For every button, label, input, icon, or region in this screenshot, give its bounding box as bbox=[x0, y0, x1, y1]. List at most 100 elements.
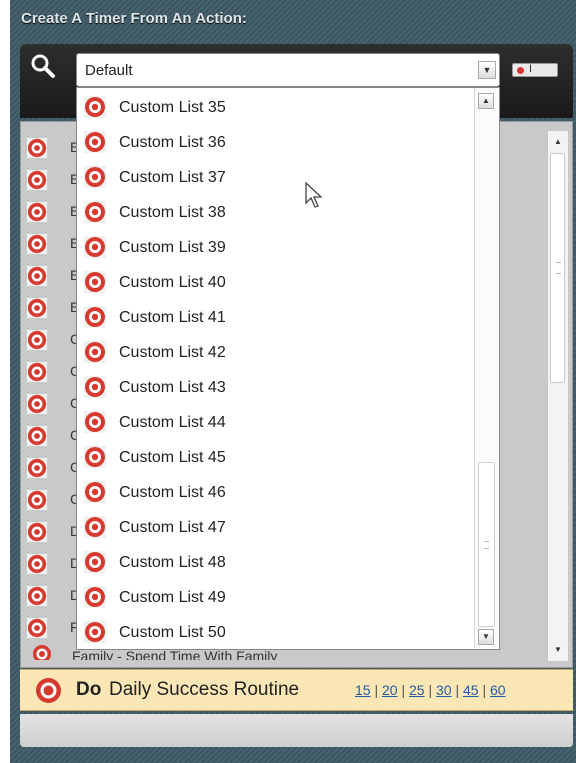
list-scrollbar[interactable]: ▲ ▼ bbox=[547, 131, 568, 661]
target-icon bbox=[27, 490, 47, 510]
duration-link-15[interactable]: 15 bbox=[355, 682, 371, 698]
dropdown-item-label: Custom List 40 bbox=[119, 274, 226, 291]
separator: | bbox=[451, 682, 463, 698]
duration-link-20[interactable]: 20 bbox=[382, 682, 398, 698]
list-select[interactable]: Default ▼ bbox=[76, 53, 500, 87]
target-icon bbox=[84, 236, 106, 258]
text-cursor-icon: I bbox=[529, 63, 533, 75]
dropdown-item[interactable]: Custom List 44 bbox=[77, 405, 477, 440]
dropdown-item-label: Custom List 37 bbox=[119, 169, 226, 186]
grip-icon bbox=[484, 541, 489, 549]
dropdown-item[interactable]: Custom List 47 bbox=[77, 510, 477, 545]
dropdown-item[interactable]: Custom List 45 bbox=[77, 440, 477, 475]
dropdown-item-label: Custom List 46 bbox=[119, 484, 226, 501]
dropdown-scrollbar[interactable]: ▲ ▼ bbox=[474, 88, 498, 648]
target-icon bbox=[84, 376, 106, 398]
scroll-up-icon[interactable]: ▲ bbox=[550, 134, 566, 150]
star-target-icon[interactable] bbox=[35, 677, 62, 704]
dropdown-item-label: Custom List 50 bbox=[119, 624, 226, 641]
separator: | bbox=[397, 682, 409, 698]
page-title: Create A Timer From An Action: bbox=[21, 10, 247, 27]
target-icon bbox=[84, 411, 106, 433]
target-icon bbox=[27, 298, 47, 318]
target-icon bbox=[27, 170, 47, 190]
dropdown-item[interactable]: Custom List 40 bbox=[77, 265, 477, 300]
target-icon bbox=[84, 551, 106, 573]
search-icon[interactable] bbox=[30, 53, 56, 79]
target-icon bbox=[84, 621, 106, 643]
chevron-down-icon[interactable]: ▼ bbox=[478, 61, 496, 79]
dropdown-item-label: Custom List 44 bbox=[119, 414, 226, 431]
dropdown-item[interactable]: Custom List 49 bbox=[77, 580, 477, 615]
target-icon bbox=[27, 618, 47, 638]
do-label: Do bbox=[76, 679, 102, 700]
target-icon bbox=[27, 426, 47, 446]
mini-toggle-button[interactable]: I bbox=[512, 63, 558, 77]
mouse-pointer-icon bbox=[305, 181, 323, 208]
target-icon bbox=[27, 554, 47, 574]
dropdown-item-label: Custom List 48 bbox=[119, 554, 226, 571]
dropdown-item-label: Custom List 47 bbox=[119, 519, 226, 536]
target-icon bbox=[33, 645, 51, 660]
scroll-down-icon[interactable]: ▼ bbox=[550, 642, 566, 658]
dropdown-item[interactable]: Custom List 41 bbox=[77, 300, 477, 335]
dropdown-item-label: Custom List 36 bbox=[119, 134, 226, 151]
dropdown-item[interactable]: Custom List 42 bbox=[77, 335, 477, 370]
footer-bar bbox=[20, 714, 573, 747]
scroll-thumb[interactable] bbox=[550, 153, 565, 383]
target-icon bbox=[27, 330, 47, 350]
list-select-value: Default bbox=[85, 62, 133, 79]
separator: | bbox=[478, 682, 490, 698]
target-icon bbox=[27, 458, 47, 478]
separator: | bbox=[370, 682, 382, 698]
dropdown-item-label: Custom List 39 bbox=[119, 239, 226, 256]
duration-links: 15 | 20 | 25 | 30 | 45 | 60 bbox=[355, 682, 506, 698]
target-icon bbox=[84, 131, 106, 153]
target-icon bbox=[27, 362, 47, 382]
dropdown-item[interactable]: Custom List 39 bbox=[77, 230, 477, 265]
scroll-down-icon[interactable]: ▼ bbox=[478, 629, 494, 645]
dropdown-item[interactable]: Custom List 37 bbox=[77, 160, 477, 195]
target-icon bbox=[84, 586, 106, 608]
target-icon bbox=[84, 96, 106, 118]
target-icon bbox=[27, 394, 47, 414]
grip-icon bbox=[556, 262, 561, 274]
scroll-up-icon[interactable]: ▲ bbox=[478, 93, 494, 109]
dropdown-item[interactable]: Custom List 35 bbox=[77, 90, 477, 125]
scroll-thumb[interactable] bbox=[478, 462, 495, 627]
target-icon bbox=[84, 306, 106, 328]
duration-link-45[interactable]: 45 bbox=[463, 682, 479, 698]
dropdown-item[interactable]: Custom List 38 bbox=[77, 195, 477, 230]
duration-link-30[interactable]: 30 bbox=[436, 682, 452, 698]
dropdown-item-label: Custom List 35 bbox=[119, 99, 226, 116]
dropdown-item[interactable]: Custom List 46 bbox=[77, 475, 477, 510]
target-icon bbox=[84, 271, 106, 293]
dropdown-item[interactable]: Custom List 36 bbox=[77, 125, 477, 160]
duration-link-60[interactable]: 60 bbox=[490, 682, 506, 698]
dropdown-item-label: Custom List 43 bbox=[119, 379, 226, 396]
dropdown-item[interactable]: Custom List 48 bbox=[77, 545, 477, 580]
duration-link-25[interactable]: 25 bbox=[409, 682, 425, 698]
target-icon bbox=[27, 586, 47, 606]
target-icon bbox=[27, 234, 47, 254]
target-icon bbox=[84, 166, 106, 188]
target-icon bbox=[84, 341, 106, 363]
separator: | bbox=[424, 682, 436, 698]
record-dot-icon bbox=[517, 67, 524, 74]
dropdown-item[interactable]: Custom List 43 bbox=[77, 370, 477, 405]
dropdown-item-label: Custom List 38 bbox=[119, 204, 226, 221]
target-icon bbox=[84, 201, 106, 223]
target-icon bbox=[27, 522, 47, 542]
dropdown-item-label: Custom List 49 bbox=[119, 589, 226, 606]
target-icon bbox=[27, 138, 47, 158]
dropdown-item[interactable]: Custom List 50 bbox=[77, 615, 477, 649]
dropdown-list[interactable]: Custom List 35 Custom List 36 Custom List … bbox=[76, 87, 500, 650]
dropdown-item-label: Custom List 45 bbox=[119, 449, 226, 466]
target-icon bbox=[84, 481, 106, 503]
routine-name[interactable]: Daily Success Routine bbox=[109, 679, 299, 701]
target-icon bbox=[27, 266, 47, 286]
target-icon bbox=[84, 446, 106, 468]
dropdown-item-label: Custom List 42 bbox=[119, 344, 226, 361]
dropdown-item-label: Custom List 41 bbox=[119, 309, 226, 326]
target-icon bbox=[84, 516, 106, 538]
